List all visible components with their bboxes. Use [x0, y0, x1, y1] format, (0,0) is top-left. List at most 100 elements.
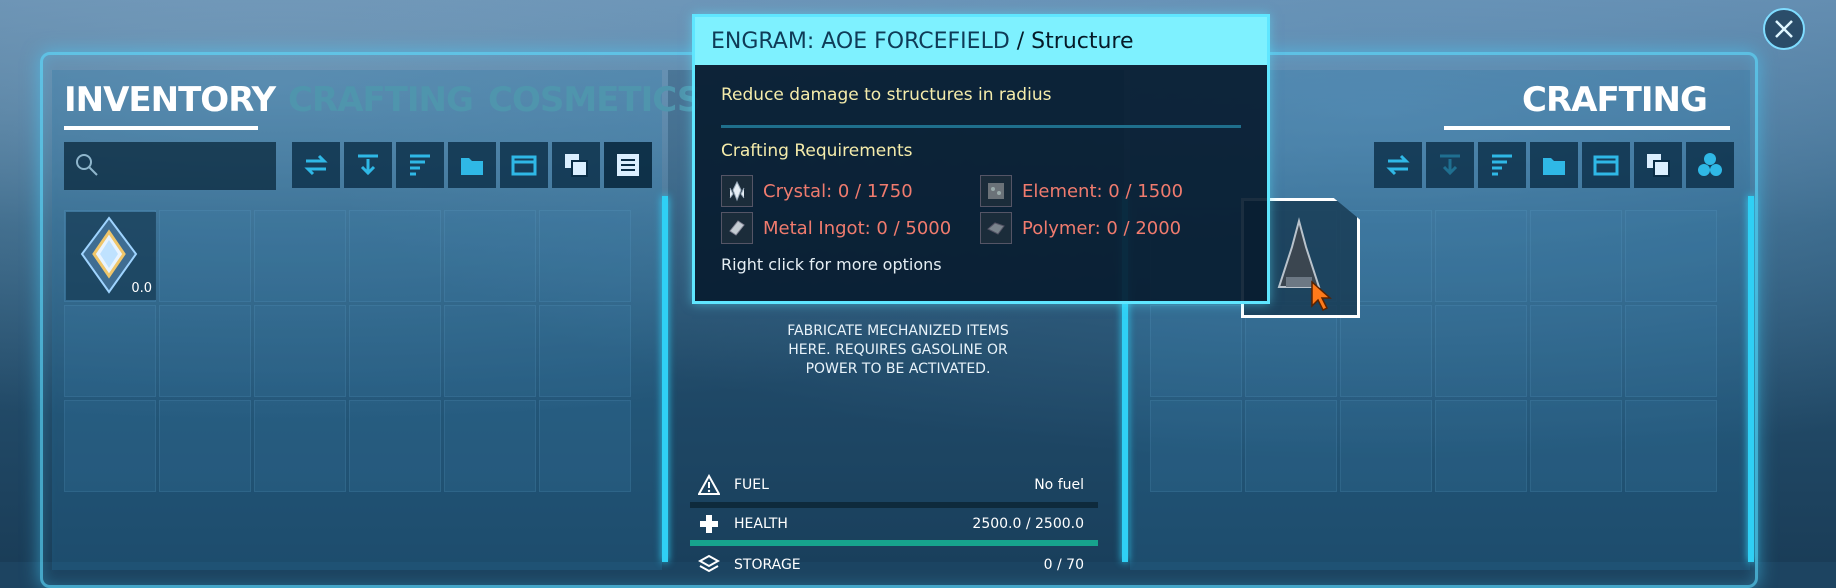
- stat-fuel: FUEL No fuel: [690, 468, 1098, 502]
- transfer-all-button[interactable]: [292, 142, 340, 188]
- health-bar: [690, 540, 1098, 546]
- stat-storage-label: STORAGE: [734, 557, 801, 573]
- crafting-slot[interactable]: [1530, 305, 1622, 397]
- transfer-icon: [1386, 154, 1410, 176]
- crafting-slot[interactable]: [1340, 305, 1432, 397]
- plus-icon: [700, 515, 718, 533]
- crafting-slot[interactable]: [1150, 305, 1242, 397]
- drop-icon: [1440, 154, 1460, 176]
- crafting-slot[interactable]: [1530, 400, 1622, 492]
- crystal-icon: [721, 175, 753, 207]
- close-button[interactable]: [1763, 8, 1805, 50]
- window-button[interactable]: [500, 142, 548, 188]
- window-button[interactable]: [1582, 142, 1630, 188]
- hex-icon: [1698, 153, 1722, 176]
- storage-icon: [698, 554, 720, 573]
- stat-health: HEALTH 2500.0 / 2500.0: [690, 507, 1098, 541]
- new-folder-button[interactable]: [448, 142, 496, 188]
- stack-button[interactable]: [1634, 142, 1682, 188]
- requirement-metal-ingot-label: Metal Ingot: 0 / 5000: [763, 217, 952, 239]
- tab-cosmetics[interactable]: COSMETICS: [488, 80, 701, 120]
- crafting-slot[interactable]: [1435, 210, 1527, 302]
- requirement-metal-ingot: Metal Ingot: 0 / 5000: [721, 212, 951, 244]
- list-button[interactable]: [604, 142, 652, 188]
- transfer-all-button[interactable]: [1374, 142, 1422, 188]
- inventory-slot[interactable]: [254, 305, 346, 397]
- crafting-slot[interactable]: [1340, 400, 1432, 492]
- inventory-slot[interactable]: [64, 400, 156, 492]
- tab-crafting-right[interactable]: CRAFTING: [1522, 80, 1708, 120]
- stat-storage-value: 0 / 70: [1043, 557, 1084, 573]
- inventory-slot[interactable]: [349, 400, 441, 492]
- drop-icon: [358, 154, 378, 176]
- ingot-icon: [721, 212, 753, 244]
- stat-fuel-label: FUEL: [734, 477, 769, 493]
- crafting-slot[interactable]: [1625, 400, 1717, 492]
- inventory-slot[interactable]: [539, 400, 631, 492]
- tooltip-divider: [721, 125, 1241, 128]
- inventory-slot[interactable]: [349, 305, 441, 397]
- inventory-slot[interactable]: [159, 210, 251, 302]
- crafting-slot[interactable]: [1530, 210, 1622, 302]
- drop-button[interactable]: [344, 142, 392, 188]
- panel-divider-left: [662, 196, 668, 562]
- crafting-slot[interactable]: [1245, 400, 1337, 492]
- tab-inventory-underline: [64, 126, 258, 130]
- crafting-slot[interactable]: [1625, 305, 1717, 397]
- tooltip-title-suffix: / Structure: [1009, 29, 1134, 54]
- crafting-slot[interactable]: [1625, 210, 1717, 302]
- inventory-search-input[interactable]: [64, 142, 276, 190]
- inventory-slot[interactable]: [159, 400, 251, 492]
- close-icon: [1775, 20, 1793, 38]
- drop-button[interactable]: [1426, 142, 1474, 188]
- mouse-cursor-icon: [1311, 280, 1332, 312]
- inventory-slot[interactable]: [254, 210, 346, 302]
- sort-icon: [1492, 154, 1512, 176]
- stat-health-label: HEALTH: [734, 516, 788, 532]
- window-icon: [511, 155, 537, 176]
- requirement-crystal: Crystal: 0 / 1750: [721, 175, 913, 207]
- health-bar-fill: [690, 540, 1098, 546]
- sort-button[interactable]: [1478, 142, 1526, 188]
- stat-storage: STORAGE 0 / 70: [690, 548, 1098, 582]
- inventory-slot[interactable]: [539, 210, 631, 302]
- inventory-slot[interactable]: [539, 305, 631, 397]
- crafting-slot[interactable]: [1150, 400, 1242, 492]
- tooltip-title: ENGRAM: AOE FORCEFIELD / Structure: [711, 29, 1134, 54]
- engram-tooltip: ENGRAM: AOE FORCEFIELD / Structure Reduc…: [692, 14, 1270, 304]
- new-folder-icon: [461, 158, 483, 175]
- requirement-element: Element: 0 / 1500: [980, 175, 1183, 207]
- stat-fuel-value: No fuel: [1034, 477, 1084, 493]
- sort-button[interactable]: [396, 142, 444, 188]
- inventory-slot[interactable]: [444, 400, 536, 492]
- inventory-slot[interactable]: [444, 305, 536, 397]
- element-icon: [980, 175, 1012, 207]
- inventory-slot[interactable]: [349, 210, 441, 302]
- inventory-slot[interactable]: [64, 305, 156, 397]
- search-icon: [76, 154, 98, 176]
- tooltip-hint: Right click for more options: [721, 255, 942, 274]
- hex-button[interactable]: [1686, 142, 1734, 188]
- inventory-toolbar: [292, 142, 652, 188]
- list-icon: [617, 154, 639, 176]
- crafting-toolbar: [1374, 142, 1734, 188]
- inventory-slot[interactable]: [254, 400, 346, 492]
- tab-inventory[interactable]: INVENTORY: [64, 80, 276, 120]
- new-folder-icon: [1543, 158, 1565, 175]
- item-quantity: 0.0: [131, 281, 152, 296]
- tab-crafting[interactable]: CRAFTING: [288, 80, 474, 120]
- crafting-slot[interactable]: [1245, 305, 1337, 397]
- inventory-item-element[interactable]: 0.0: [66, 212, 156, 300]
- stack-button[interactable]: [552, 142, 600, 188]
- crafting-slot[interactable]: [1435, 400, 1527, 492]
- tooltip-title-prefix: ENGRAM: AOE FORCEFIELD: [711, 29, 1010, 54]
- inventory-slot[interactable]: [159, 305, 251, 397]
- stat-health-value: 2500.0 / 2500.0: [972, 516, 1084, 532]
- sort-icon: [410, 154, 430, 176]
- new-folder-button[interactable]: [1530, 142, 1578, 188]
- requirement-polymer: Polymer: 0 / 2000: [980, 212, 1181, 244]
- tooltip-summary: Reduce damage to structures in radius: [721, 85, 1052, 105]
- crafting-slot[interactable]: [1435, 305, 1527, 397]
- panel-edge-right: [1748, 196, 1754, 562]
- inventory-slot[interactable]: [444, 210, 536, 302]
